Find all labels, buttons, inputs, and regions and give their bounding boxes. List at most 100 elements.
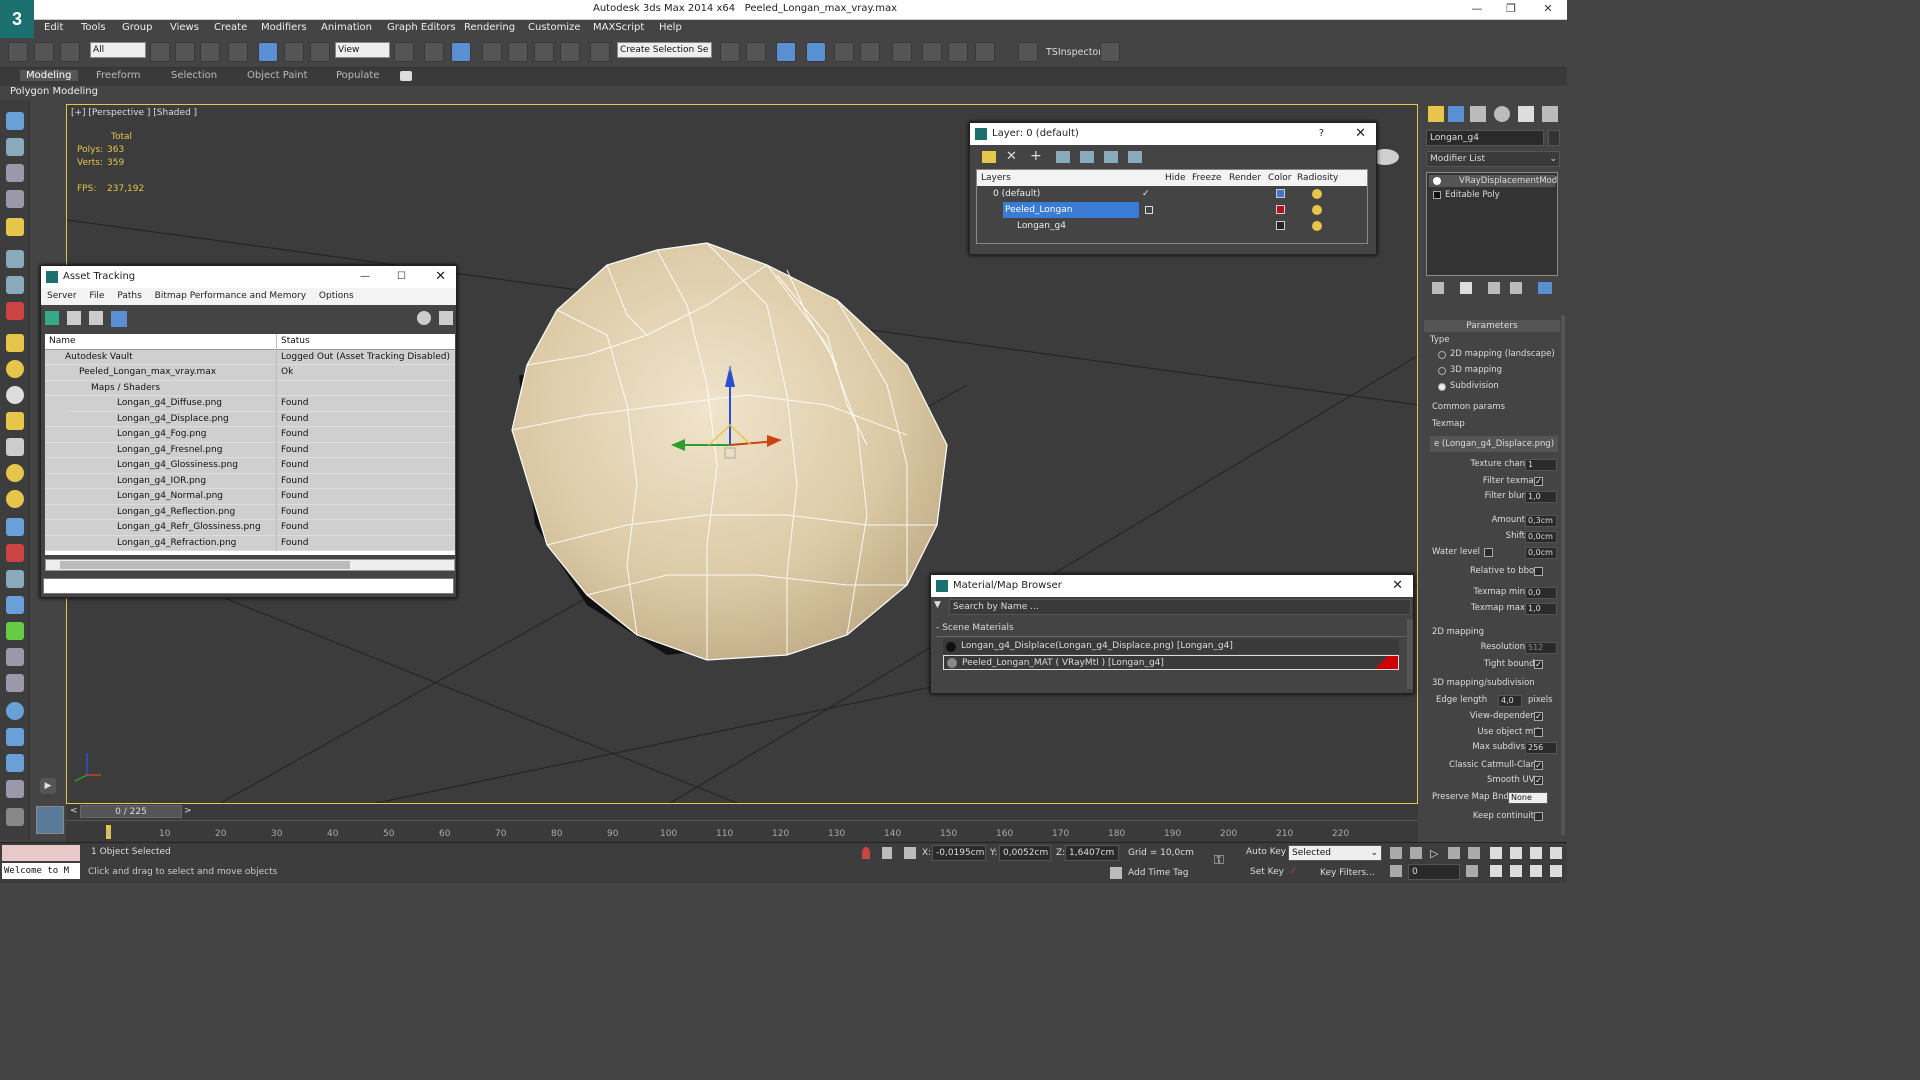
hide-all-layers-icon[interactable] — [1104, 151, 1118, 163]
tab-populate[interactable]: Populate — [336, 70, 379, 81]
link-icon[interactable] — [8, 42, 28, 62]
table-row[interactable]: Longan_g4_Glossiness.png Found — [45, 458, 455, 474]
resolution-field[interactable]: 512 — [1525, 642, 1557, 654]
curve-editor-icon[interactable] — [834, 42, 854, 62]
zoom-extents-icon[interactable] — [1530, 847, 1542, 859]
table-row[interactable]: Longan_g4_Reflection.png Found — [45, 504, 455, 520]
key-filters-button[interactable]: Key Filters... — [1320, 868, 1375, 878]
time-config-icon[interactable] — [1466, 865, 1478, 877]
cylinder-icon[interactable] — [6, 412, 24, 430]
col-hide[interactable]: Hide — [1165, 170, 1186, 186]
key-mode-icon[interactable] — [1390, 865, 1402, 877]
expand-icon[interactable] — [1433, 191, 1441, 199]
goto-start-icon[interactable] — [1390, 847, 1402, 859]
zoom-extents-all-icon[interactable] — [1550, 847, 1562, 859]
create-geometry-icon[interactable] — [6, 112, 24, 130]
orbit-icon[interactable] — [1530, 865, 1542, 877]
add-to-layer-icon[interactable]: + — [1030, 148, 1042, 164]
hierarchy-tab-icon[interactable] — [1470, 106, 1486, 122]
systems-icon[interactable] — [6, 276, 24, 294]
relative-to-bbox-checkbox[interactable] — [1534, 567, 1543, 576]
zoom-icon[interactable] — [1490, 847, 1502, 859]
tsinspector-icon[interactable] — [1018, 42, 1038, 62]
radiosity-icon[interactable] — [1312, 189, 1322, 199]
view-dependent-checkbox[interactable]: ✓ — [1534, 712, 1543, 721]
browser-options-icon[interactable]: ▼ — [934, 600, 946, 612]
keep-continuity-checkbox[interactable] — [1534, 812, 1543, 821]
mirror-icon[interactable] — [720, 42, 740, 62]
time-slider-left-arrow[interactable]: < — [70, 806, 78, 816]
scrollbar-thumb[interactable] — [60, 561, 350, 569]
foliage-icon[interactable] — [6, 622, 24, 640]
asset-help-icon[interactable] — [417, 311, 431, 325]
water-level-field[interactable]: 0,0cm — [1525, 547, 1557, 559]
modifier-list-dropdown[interactable]: Modifier List ⌄ — [1426, 151, 1560, 167]
select-object-icon[interactable] — [150, 42, 170, 62]
highlight-layer-icon[interactable] — [1080, 151, 1094, 163]
create-shapes-icon[interactable] — [6, 138, 24, 156]
refresh-icon[interactable] — [45, 311, 59, 325]
minimize-button[interactable]: — — [1469, 2, 1485, 15]
z-coordinate-field[interactable]: 1,6407cm — [1065, 845, 1119, 861]
menu-create[interactable]: Create — [214, 22, 247, 33]
pivot-icon[interactable] — [394, 42, 414, 62]
lightbulb-icon[interactable] — [1433, 177, 1441, 185]
lock-icon[interactable] — [882, 847, 892, 859]
rotate-icon[interactable] — [284, 42, 304, 62]
vray-plane-icon[interactable] — [6, 780, 24, 798]
hair-icon[interactable] — [6, 648, 24, 666]
plugin-icon[interactable] — [1100, 42, 1120, 62]
radio-subdivision[interactable] — [1438, 383, 1446, 391]
select-by-name-icon[interactable] — [175, 42, 195, 62]
edit-named-selection-icon[interactable] — [590, 42, 610, 62]
cone-icon[interactable] — [6, 438, 24, 456]
layer-close-button[interactable]: ✕ — [1355, 123, 1366, 145]
table-row[interactable]: Longan_g4_Refraction.png Found — [45, 535, 455, 551]
layer-help-button[interactable]: ? — [1319, 123, 1324, 145]
auto-key-button[interactable]: Auto Key — [1246, 847, 1286, 857]
remove-modifier-icon[interactable] — [1510, 282, 1522, 294]
plane-icon[interactable] — [6, 518, 24, 536]
material-browser-close-button[interactable]: ✕ — [1392, 575, 1403, 597]
tangent-icon[interactable]: ⁄ — [1292, 866, 1306, 880]
delete-layer-icon[interactable]: ✕ — [1006, 149, 1017, 164]
tight-bounds-checkbox[interactable]: ✓ — [1534, 660, 1543, 669]
asset-menu-file[interactable]: File — [89, 291, 104, 301]
modify-tab-icon[interactable] — [1448, 106, 1464, 122]
pin-stack-icon[interactable] — [1432, 282, 1444, 294]
command-panel-scrollbar[interactable] — [1561, 315, 1565, 835]
table-row[interactable]: Longan_g4_Diffuse.png Found — [45, 396, 455, 412]
previous-frame-icon[interactable] — [1410, 847, 1422, 859]
sphere-icon[interactable] — [6, 360, 24, 378]
use-object-mtl-checkbox[interactable] — [1534, 728, 1543, 737]
configure-modifier-sets-icon[interactable] — [1538, 282, 1552, 294]
spinner-snap-icon[interactable] — [560, 42, 580, 62]
app-logo-icon[interactable]: 3 — [0, 0, 34, 38]
menu-edit[interactable]: Edit — [44, 22, 63, 33]
texture-chan-field[interactable]: 1 — [1525, 459, 1557, 471]
object-color-swatch[interactable] — [1548, 130, 1560, 146]
radiosity-icon[interactable] — [1312, 205, 1322, 215]
current-layer-check-icon[interactable]: ✓ — [1142, 186, 1150, 202]
stack-item-editable-poly[interactable]: Editable Poly — [1429, 189, 1555, 201]
rect-selection-icon[interactable] — [200, 42, 220, 62]
add-time-tag[interactable]: Add Time Tag — [1128, 868, 1188, 878]
time-slider[interactable]: < 0 / 225 > — [66, 804, 1418, 820]
layer-manager-icon[interactable] — [776, 42, 796, 62]
texmap-max-field[interactable]: 1,0 — [1525, 603, 1557, 615]
menu-views[interactable]: Views — [170, 22, 199, 33]
preserve-map-dropdown[interactable]: None — [1508, 792, 1548, 804]
set-current-box[interactable] — [1145, 206, 1153, 214]
create-lights-icon[interactable] — [6, 164, 24, 182]
radiosity-icon[interactable] — [1312, 221, 1322, 231]
asset-settings-icon[interactable] — [439, 311, 453, 325]
current-frame-field[interactable]: 0 — [1408, 864, 1460, 880]
maximize-viewport-icon[interactable] — [1550, 865, 1562, 877]
menu-animation[interactable]: Animation — [321, 22, 372, 33]
table-row[interactable]: Maps / Shaders — [45, 380, 455, 396]
schematic-view-icon[interactable] — [860, 42, 880, 62]
render-setup-icon[interactable] — [922, 42, 942, 62]
table-row[interactable]: Longan_g4_Normal.png Found — [45, 489, 455, 505]
table-view-icon[interactable] — [111, 311, 127, 327]
material-browser-titlebar[interactable]: Material/Map Browser ✕ — [931, 575, 1413, 597]
